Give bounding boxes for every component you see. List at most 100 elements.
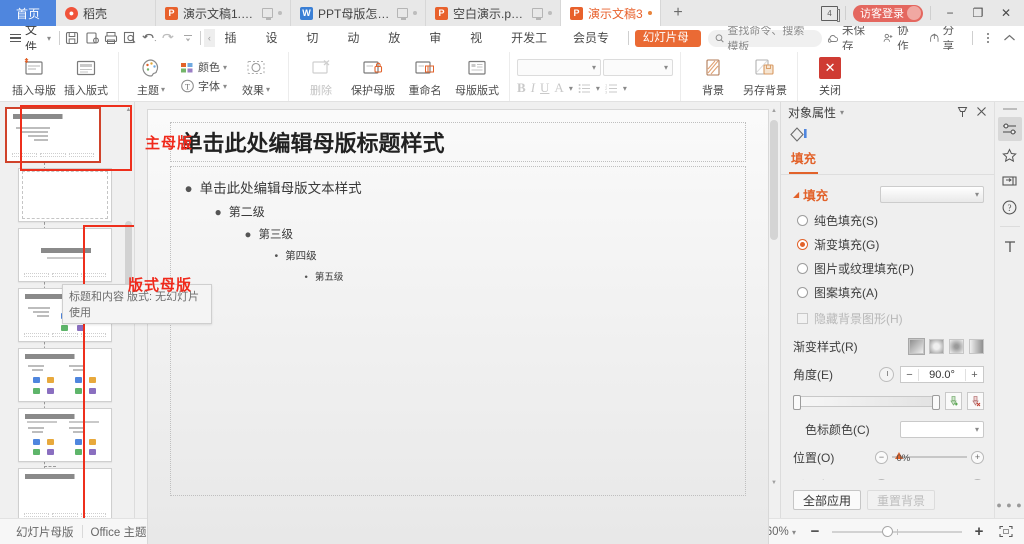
close-window-button[interactable]: ✕ (994, 3, 1018, 23)
scroll-up-icon[interactable]: ▲ (770, 106, 778, 116)
angle-stepper[interactable]: − 90.0° + (900, 366, 984, 383)
pin-icon[interactable] (957, 106, 968, 118)
gradient-stop-handle[interactable] (793, 394, 801, 410)
tab-insert[interactable]: 插入 (215, 26, 256, 69)
monitor-icon[interactable] (262, 8, 273, 20)
bullet-level-2[interactable]: ● 第二级 (215, 203, 731, 220)
background-button[interactable]: 背景 (688, 52, 738, 101)
tab-developer-tools[interactable]: 开发工具 (501, 26, 563, 69)
search-commands-box[interactable]: 查找命令、搜索模板 (707, 25, 823, 53)
bullet-level-4[interactable]: • 第四级 (275, 248, 731, 263)
theme-effects-button[interactable]: 效果 ▾ (231, 52, 281, 101)
gradient-stop-handle[interactable] (932, 394, 940, 410)
ribbon-scroll-left-button[interactable]: ‹ (204, 29, 215, 47)
gradient-style-radial-in[interactable] (949, 339, 964, 354)
font-size-input[interactable]: ▾ (603, 59, 674, 76)
underline-icon[interactable]: U (540, 80, 549, 96)
maximize-button[interactable]: ❐ (966, 3, 990, 23)
chevron-down-icon[interactable]: ▾ (840, 108, 844, 117)
radio-button[interactable] (797, 263, 808, 274)
chevron-down-icon[interactable]: ▾ (596, 84, 600, 93)
angle-dial[interactable] (879, 367, 894, 382)
apply-to-all-button[interactable]: 全部应用 (793, 490, 862, 510)
increment-button[interactable]: + (971, 450, 984, 464)
new-tab-button[interactable]: + (661, 0, 695, 26)
rename-button[interactable]: 重命名 (400, 52, 450, 101)
transparency-slider[interactable]: − 0% + (875, 476, 984, 480)
tab-presentation-3[interactable]: P 演示文稿3 (561, 0, 661, 26)
save-background-button[interactable]: 另存背景 (740, 52, 790, 101)
fill-option-pattern[interactable]: 图案填充(A) (797, 284, 984, 301)
close-master-view-button[interactable]: ✕ 关闭 (805, 52, 855, 101)
tab-presentation-1[interactable]: P 演示文稿1.pptx (156, 0, 291, 26)
print-icon[interactable] (101, 28, 120, 48)
gradient-style-radial-out[interactable] (929, 339, 944, 354)
bold-icon[interactable]: B (517, 80, 526, 96)
decrement-button[interactable]: − (875, 478, 888, 480)
thumbnail-layout-comparison[interactable] (18, 408, 112, 462)
save-icon[interactable] (63, 28, 82, 48)
italic-icon[interactable]: I (531, 80, 535, 96)
customize-quick-access-icon[interactable] (178, 28, 197, 48)
fill-option-solid[interactable]: 纯色填充(S) (797, 212, 984, 229)
add-gradient-stop-icon[interactable] (945, 392, 962, 410)
tab-view[interactable]: 视图 (460, 26, 501, 69)
collapse-ribbon-button[interactable] (1001, 28, 1019, 48)
zoom-out-button[interactable]: − (805, 523, 825, 541)
zoom-level-button[interactable]: 60% ▾ (764, 526, 798, 538)
status-theme-name[interactable]: Office 主题 (83, 524, 155, 540)
fill-preset-combo[interactable]: ▾ (880, 186, 984, 203)
numbered-list-icon[interactable]: 123 (605, 83, 618, 94)
theme-fonts-button[interactable]: T 字体 ▾ (178, 77, 229, 95)
minimize-button[interactable]: − (938, 3, 962, 23)
master-layout-button[interactable]: 母版版式 (452, 52, 502, 101)
rail-more-icon[interactable]: ● ● ● (995, 500, 1024, 510)
reuse-shape-icon[interactable] (998, 169, 1022, 193)
slide-editing-area[interactable]: 单击此处编辑母版标题样式 ● 单击此处编辑母版文本样式 ● 第二级 ● 第三级 (135, 102, 780, 544)
gradient-style-linear[interactable] (908, 338, 925, 355)
slider-track[interactable]: 0% (892, 452, 967, 464)
editor-scrollbar[interactable]: ▲ ▼ (770, 106, 778, 488)
insert-master-button[interactable]: 插入母版 (9, 52, 59, 101)
tab-doc-ppt-master[interactable]: W PPT母版怎么用.docx (291, 0, 426, 26)
monitor-icon[interactable] (532, 8, 543, 20)
slide-canvas[interactable]: 单击此处编辑母版标题样式 ● 单击此处编辑母版文本样式 ● 第二级 ● 第三级 (147, 110, 768, 544)
text-icon[interactable] (998, 234, 1022, 258)
scroll-up-icon[interactable]: ▲ (125, 106, 132, 114)
zoom-slider[interactable] (832, 525, 962, 537)
tab-stack-icon[interactable]: 4 (821, 5, 840, 22)
bullet-level-1[interactable]: ● 单击此处编辑母版文本样式 (185, 177, 731, 197)
bullet-list-icon[interactable] (578, 83, 591, 94)
thumbnail-layout-title[interactable] (18, 168, 112, 222)
more-vertical-icon[interactable] (979, 28, 997, 48)
theme-button[interactable]: 主题 ▾ (126, 52, 176, 101)
undo-icon[interactable] (140, 28, 159, 48)
chevron-down-icon[interactable]: ▾ (623, 84, 627, 93)
angle-value[interactable]: 90.0° (919, 369, 965, 381)
tab-design[interactable]: 设计 (255, 26, 296, 69)
thumbnail-slide-master[interactable] (5, 107, 101, 163)
tab-member-exclusive[interactable]: 会员专享 (563, 26, 625, 69)
tab-fill[interactable]: 填充 (789, 146, 819, 174)
radio-button[interactable] (797, 215, 808, 226)
scrollbar-thumb[interactable] (770, 120, 778, 240)
help-icon[interactable]: ? (998, 195, 1022, 219)
thumbnail-layout-title-only[interactable] (18, 468, 112, 518)
tab-daoke[interactable]: ● 稻壳 (56, 0, 156, 26)
position-slider[interactable]: − 0% + (875, 448, 984, 466)
fit-to-window-icon[interactable] (996, 523, 1016, 541)
tab-transition[interactable]: 切换 (296, 26, 337, 69)
font-color-icon[interactable]: A (554, 80, 563, 96)
fill-option-picture-texture[interactable]: 图片或纹理填充(P) (797, 260, 984, 277)
tab-slideshow[interactable]: 放映 (378, 26, 419, 69)
radio-button[interactable] (797, 287, 808, 298)
effects-star-icon[interactable] (998, 143, 1022, 167)
print-preview-icon[interactable] (82, 28, 101, 48)
bullet-level-5[interactable]: • 第五级 (305, 269, 731, 283)
master-title-placeholder[interactable]: 单击此处编辑母版标题样式 (169, 122, 746, 162)
insert-layout-button[interactable]: 插入版式 (61, 52, 111, 101)
remove-gradient-stop-icon[interactable] (967, 392, 984, 410)
protect-master-button[interactable]: 保护母版 (348, 52, 398, 101)
fill-option-gradient[interactable]: 渐变填充(G) (797, 236, 984, 253)
tab-animation[interactable]: 动画 (337, 26, 378, 69)
